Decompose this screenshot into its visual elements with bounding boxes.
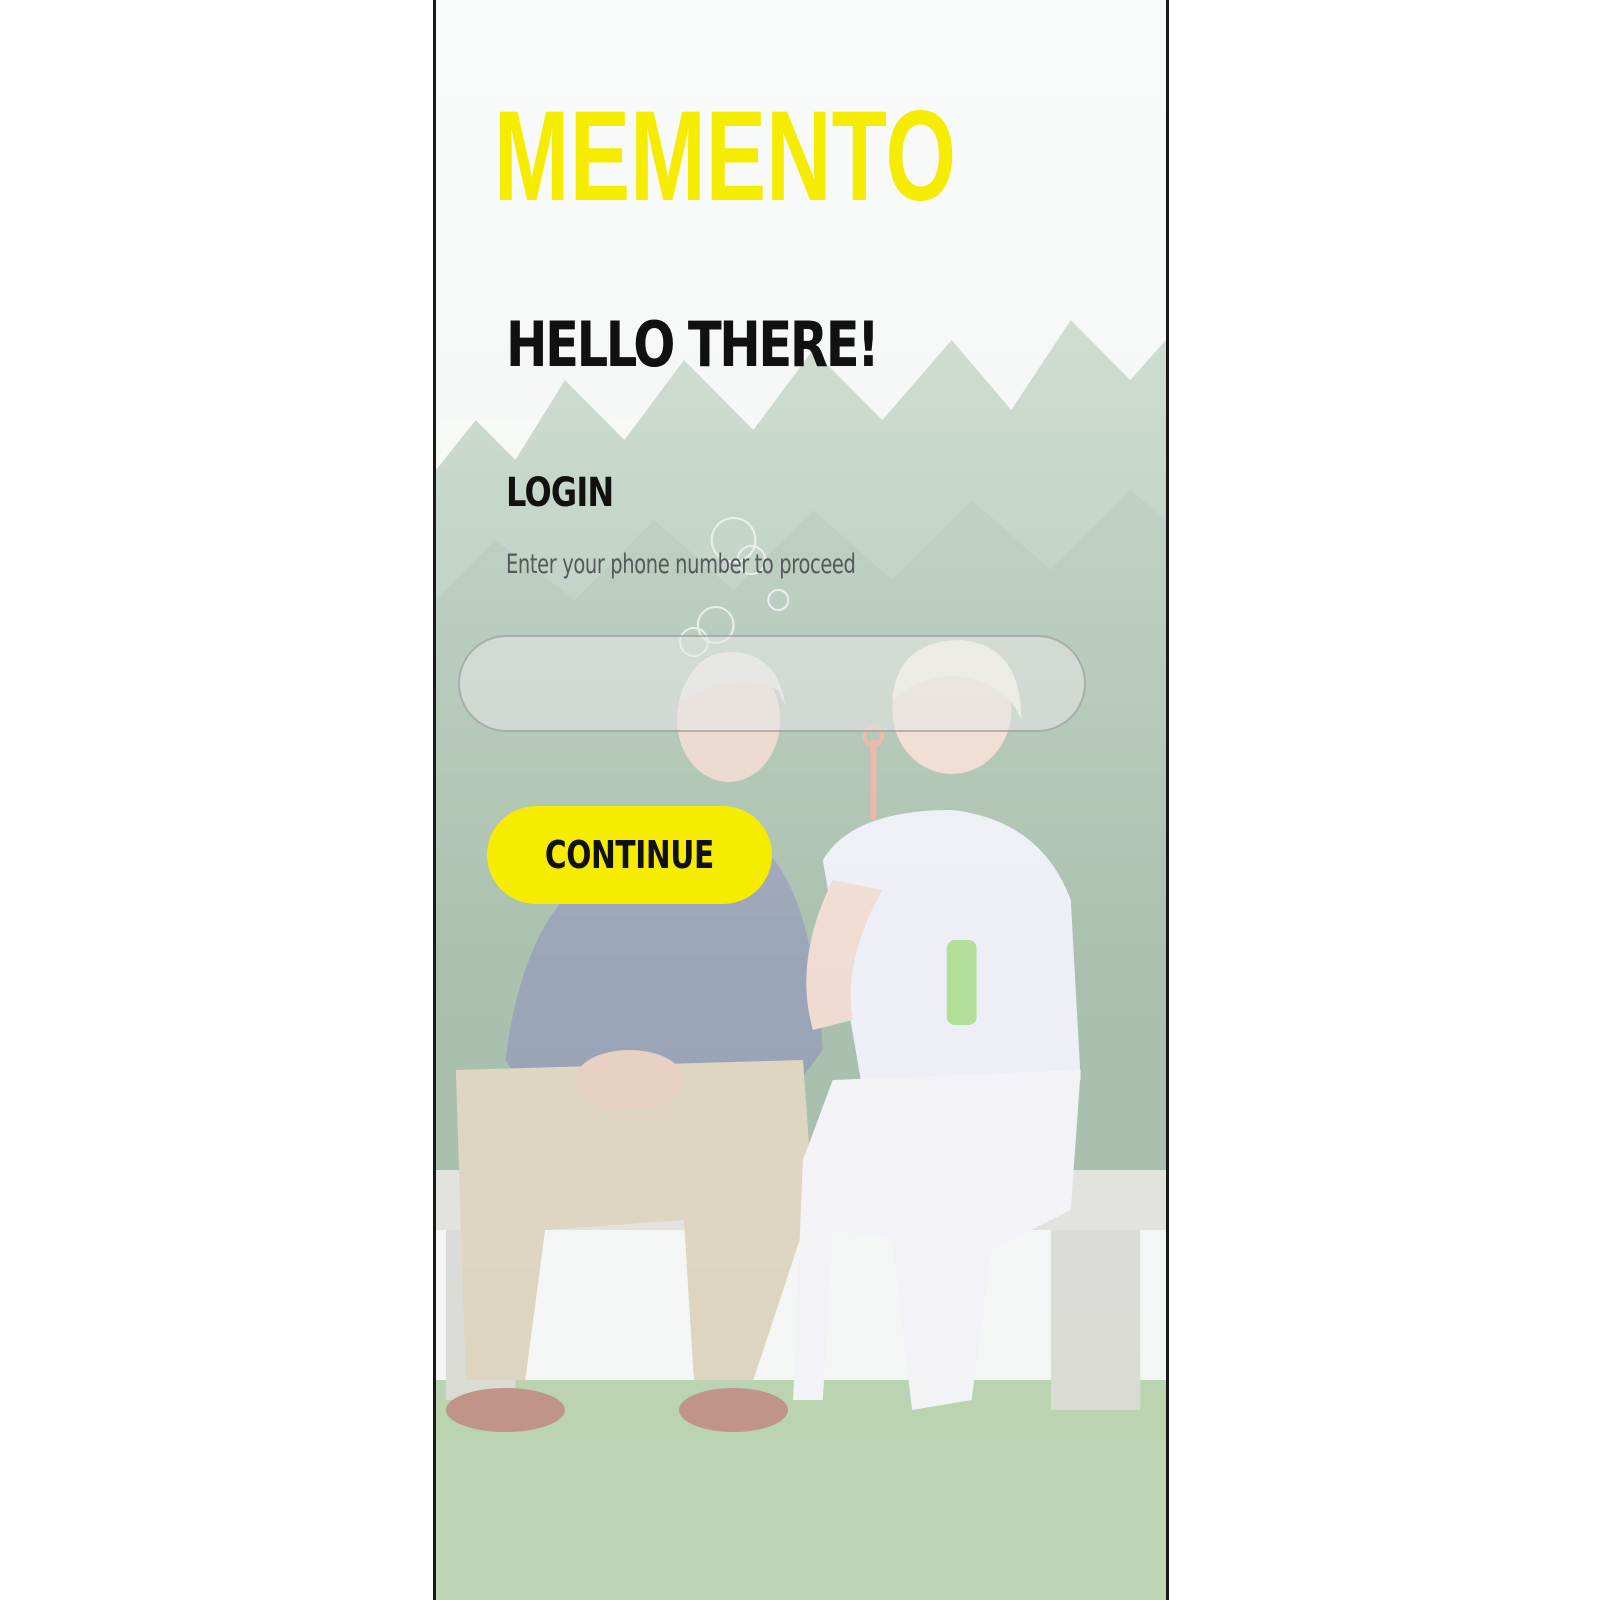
login-screen: MEMENTO HELLO THERE! LOGIN Enter your ph… — [436, 0, 1166, 1600]
memento-logo: MEMENTO — [494, 92, 956, 222]
phone-helper-text: Enter your phone number to proceed — [506, 549, 856, 580]
continue-button-label: CONTINUE — [544, 833, 714, 877]
app-screen: MEMENTO HELLO THERE! LOGIN Enter your ph… — [433, 0, 1169, 1600]
login-title: LOGIN — [506, 470, 614, 516]
phone-number-input[interactable] — [458, 635, 1086, 732]
greeting-heading: HELLO THERE! — [506, 308, 880, 381]
continue-button[interactable]: CONTINUE — [487, 806, 772, 904]
logo-text: MEMENTO — [494, 92, 956, 222]
